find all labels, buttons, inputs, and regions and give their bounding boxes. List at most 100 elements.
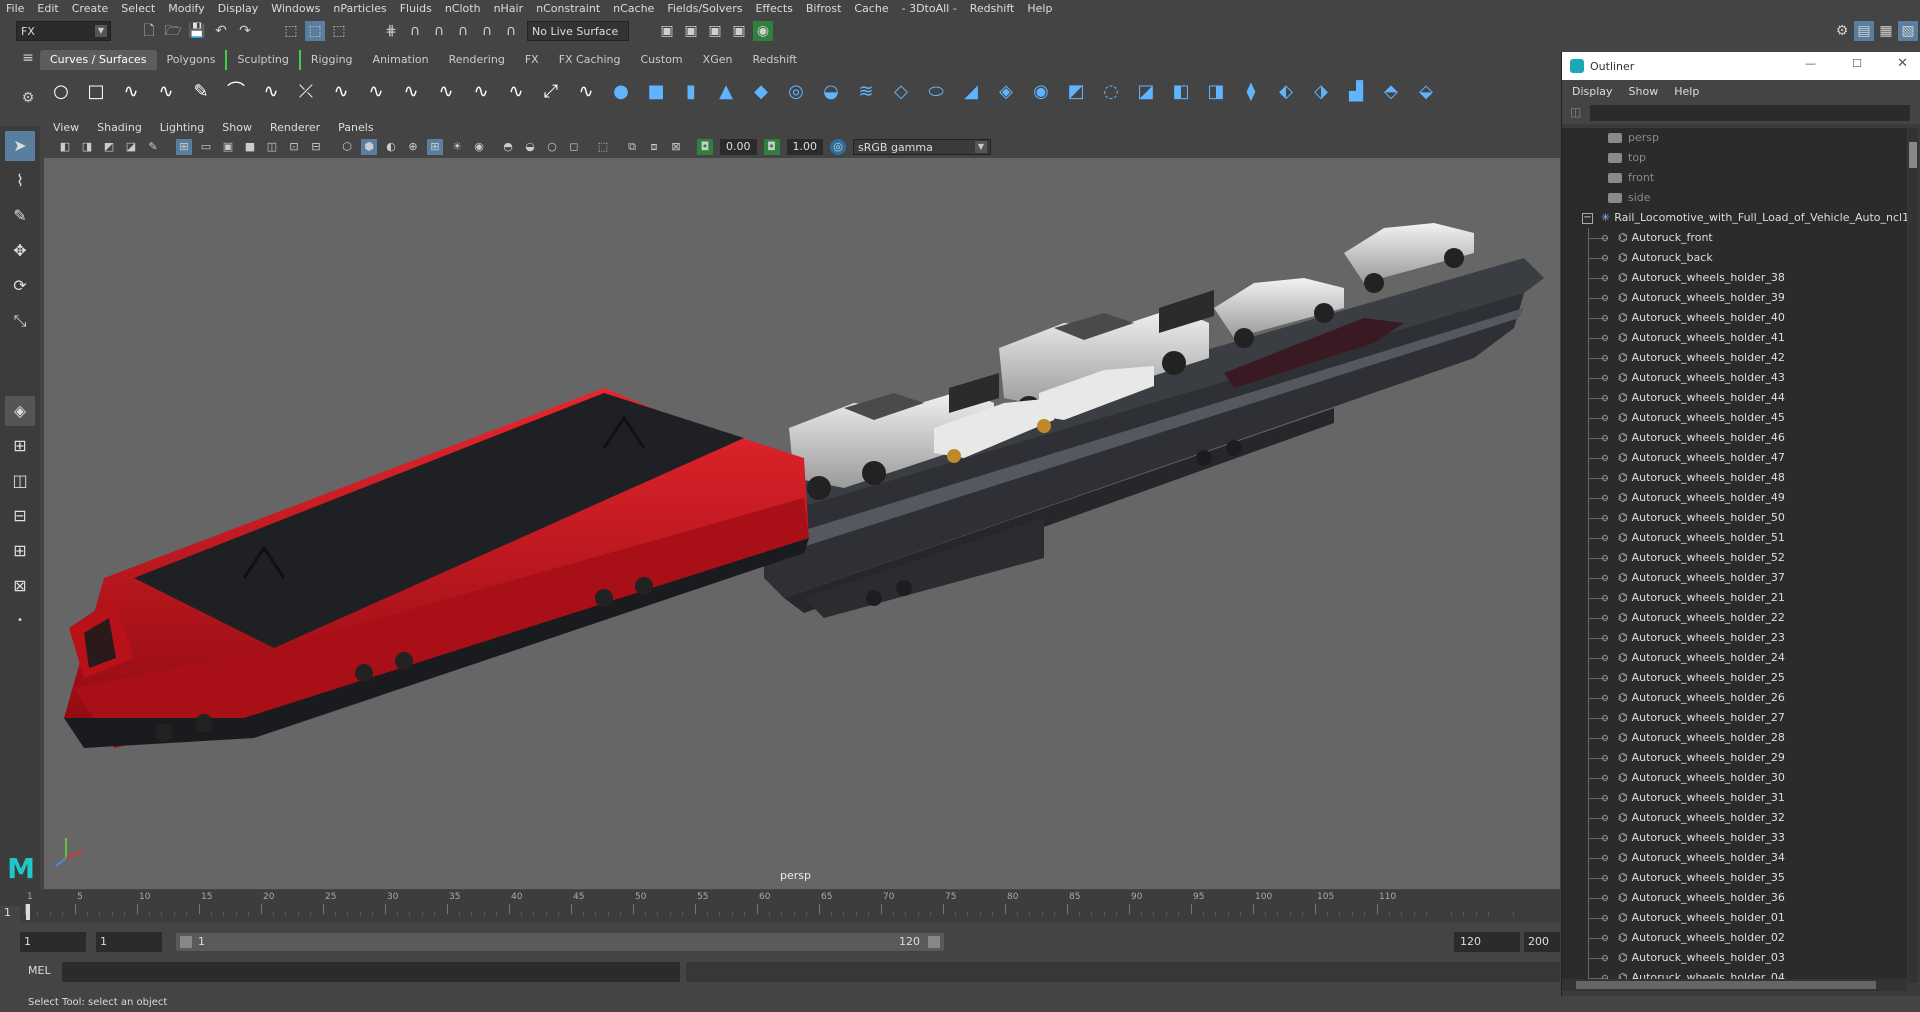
channel-box-icon[interactable]: ▧ [1898,21,1918,41]
isolate-select-icon[interactable]: ⬚ [595,139,611,155]
scale-tool-icon[interactable]: ⤡ [5,306,35,336]
outliner-child-item[interactable]: ⌬ Autoruck_wheels_holder_42 [1562,348,1907,368]
camera-persp-icon[interactable]: ⧉ [624,139,640,155]
save-scene-icon[interactable]: 💾 [187,21,207,41]
minimize-icon[interactable]: — [1805,57,1816,70]
outliner-child-item[interactable]: ⌬ Autoruck_wheels_holder_29 [1562,748,1907,768]
outliner-root-item[interactable]: − ✳ Rail_Locomotive_with_Full_Load_of_Vehi… [1562,208,1907,228]
outliner-child-item[interactable]: ⌬ Autoruck_wheels_holder_28 [1562,728,1907,748]
outliner-child-item[interactable]: ⌬ Autoruck_wheels_holder_24 [1562,648,1907,668]
smooth-shade-icon[interactable]: ⬢ [361,139,377,155]
shelf-tab-fx[interactable]: FX [515,50,549,70]
select-tool-icon[interactable]: ➤ [5,131,35,161]
outliner-child-item[interactable]: ⌬ Autoruck_front [1562,228,1907,248]
modeling-toolkit-icon[interactable]: ▤ [1854,21,1874,41]
shelf-tab-curves-surfaces[interactable]: Curves / Surfaces [40,50,157,70]
menu-display[interactable]: Display [218,2,259,15]
hypershade-icon[interactable]: ◉ [753,21,773,41]
snap-view-icon[interactable]: ∩ [453,21,473,41]
camera-select-icon[interactable]: ◧ [57,139,73,155]
outliner-child-item[interactable]: ⌬ Autoruck_wheels_holder_01 [1562,908,1907,928]
outliner-child-item[interactable]: ⌬ Autoruck_back [1562,248,1907,268]
menu-create[interactable]: Create [72,2,109,15]
outliner-child-item[interactable]: ⌬ Autoruck_wheels_holder_31 [1562,788,1907,808]
curve-edit-icon[interactable]: ⤢ [538,79,564,105]
menu-select[interactable]: Select [121,2,155,15]
outliner-child-item[interactable]: ⌬ Autoruck_wheels_holder_23 [1562,628,1907,648]
gamma-field[interactable]: 1.00 [786,139,823,155]
shelf-tab-animation[interactable]: Animation [363,50,439,70]
snap-curve-icon[interactable]: ∩ [405,21,425,41]
shelf-settings-icon[interactable]: ⚙ [18,88,38,108]
untrim-icon[interactable]: ◨ [1203,79,1229,105]
frame-all-icon[interactable]: ⊠ [668,139,684,155]
menu-nconstraint[interactable]: nConstraint [536,2,600,15]
add-points-icon[interactable]: ∿ [503,79,529,105]
end-time-field[interactable]: 200 [1524,932,1560,952]
outliner-persp-layout-icon[interactable]: ⊟ [5,501,35,531]
viewport-menu-view[interactable]: View [53,121,79,134]
menu-nhair[interactable]: nHair [494,2,524,15]
outliner-child-item[interactable]: ⌬ Autoruck_wheels_holder_34 [1562,848,1907,868]
menu-ncloth[interactable]: nCloth [445,2,481,15]
gamma-icon[interactable]: ◘ [763,139,780,155]
grease-pencil-icon[interactable]: ✎ [145,139,161,155]
rebuild-surface-icon[interactable]: ▟ [1343,79,1369,105]
menu-effects[interactable]: Effects [755,2,792,15]
menu-edit[interactable]: Edit [37,2,58,15]
outliner-child-item[interactable]: ⌬ Autoruck_wheels_holder_45 [1562,408,1907,428]
gate-mask-icon[interactable]: ■ [242,139,258,155]
undo-icon[interactable]: ↶ [211,21,231,41]
shelf-tab-sculpting[interactable]: Sculpting [225,50,298,70]
side-by-side-layout-icon[interactable]: ◫ [5,466,35,496]
outliner-child-item[interactable]: ⌬ Autoruck_wheels_holder_43 [1562,368,1907,388]
playback-start-field[interactable]: 1 [96,932,162,952]
range-start-handle[interactable] [180,936,192,948]
new-scene-icon[interactable]: 🗋 [139,21,159,41]
outliner-child-item[interactable]: ⌬ Autoruck_wheels_holder_02 [1562,928,1907,948]
align-surface-icon[interactable]: ⬙ [1413,79,1439,105]
pencil-curve-icon[interactable]: ✎ [188,79,214,105]
shelf-tab-rendering[interactable]: Rendering [439,50,515,70]
exposure-field[interactable]: 0.00 [720,139,757,155]
range-end-handle[interactable] [928,936,940,948]
nurbs-cylinder-icon[interactable]: ▮ [678,79,704,105]
resolution-gate-icon[interactable]: ▣ [220,139,236,155]
outliner-camera-item[interactable]: top [1562,148,1907,168]
rebuild-curve-icon[interactable]: ∿ [468,79,494,105]
outliner-horizontal-scrollbar[interactable] [1562,979,1907,991]
boundary-icon[interactable]: ◉ [1028,79,1054,105]
nurbs-plane-icon[interactable]: ◆ [748,79,774,105]
circle-icon[interactable]: ○ [48,79,74,105]
outliner-child-item[interactable]: ⌬ Autoruck_wheels_holder_50 [1562,508,1907,528]
outliner-child-item[interactable]: ⌬ Autoruck_wheels_holder_36 [1562,888,1907,908]
shelf-menu-icon[interactable]: ≡ [18,48,38,68]
shelf-tab-redshift[interactable]: Redshift [742,50,807,70]
intersect-icon[interactable]: ◌ [1098,79,1124,105]
film-gate-icon[interactable]: ▭ [198,139,214,155]
cv-curve-icon[interactable]: ∿ [118,79,144,105]
surface-edit-icon[interactable]: ⬗ [1308,79,1334,105]
viewport-menu-panels[interactable]: Panels [338,121,373,134]
bezier-curve-icon[interactable]: ∿ [258,79,284,105]
camera-ortho-icon[interactable]: ⧈ [646,139,662,155]
outliner-child-item[interactable]: ⌬ Autoruck_wheels_holder_32 [1562,808,1907,828]
single-perspective-layout-icon[interactable]: ◈ [5,396,35,426]
shelf-tab-xgen[interactable]: XGen [693,50,743,70]
outliner-child-item[interactable]: ⌬ Autoruck_wheels_holder_21 [1562,588,1907,608]
perspective-viewport[interactable]: persp [44,158,1560,889]
ep-curve-icon[interactable]: ∿ [153,79,179,105]
panel-layout-icon[interactable]: ⚙ [1832,21,1852,41]
redo-icon[interactable]: ↷ [235,21,255,41]
stitch-icon[interactable]: ⧫ [1238,79,1264,105]
grid-icon[interactable]: ⊞ [176,139,192,155]
nurbs-cube-icon[interactable]: ■ [643,79,669,105]
outliner-vertical-scrollbar[interactable] [1908,128,1918,983]
insert-knot-icon[interactable]: ∿ [363,79,389,105]
four-view-layout-icon[interactable]: ⊞ [5,431,35,461]
bevel-icon[interactable]: ◈ [993,79,1019,105]
revolve-icon[interactable]: ◒ [818,79,844,105]
outliner-child-item[interactable]: ⌬ Autoruck_wheels_holder_35 [1562,868,1907,888]
outliner-child-item[interactable]: ⌬ Autoruck_wheels_holder_27 [1562,708,1907,728]
open-scene-icon[interactable]: 🗁 [163,21,183,41]
